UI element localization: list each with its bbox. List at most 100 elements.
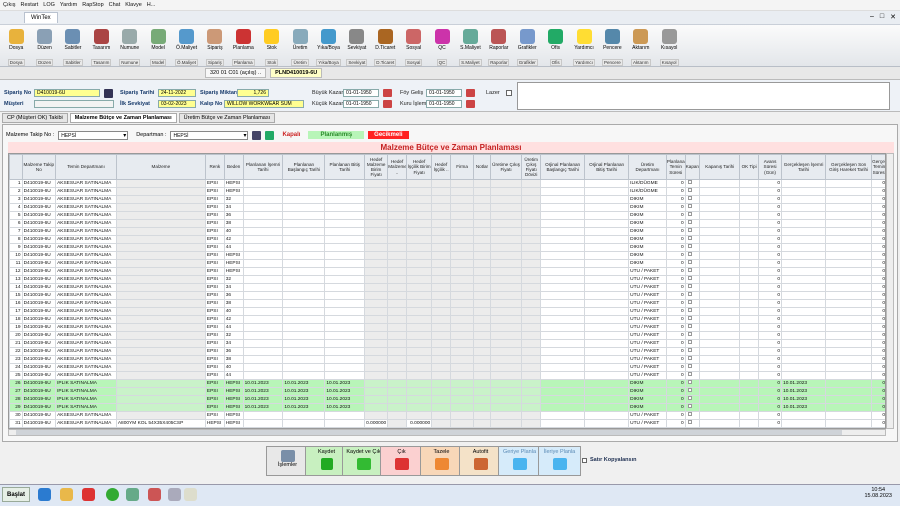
table-cell[interactable]: 10 (9, 251, 23, 260)
table-cell[interactable] (699, 219, 741, 228)
table-cell[interactable] (540, 299, 586, 308)
table-cell[interactable] (699, 243, 741, 252)
table-cell[interactable]: 34 (223, 283, 244, 292)
table-cell[interactable]: D410019-6U (21, 187, 57, 196)
table-cell[interactable]: EPSI (204, 227, 225, 236)
table-cell[interactable] (115, 211, 206, 220)
table-cell[interactable] (825, 283, 873, 292)
table-cell[interactable]: 32 (223, 331, 244, 340)
table-cell[interactable]: UTU / PAKET (628, 275, 667, 284)
table-cell[interactable] (521, 187, 542, 196)
table-row[interactable]: 16 D410019-6U AKSESUAR SATINALMA EPSI 38 UTU … (9, 299, 885, 308)
table-cell[interactable] (584, 211, 630, 220)
table-cell[interactable] (115, 179, 206, 188)
table-cell[interactable] (324, 243, 366, 252)
table-cell[interactable] (450, 363, 475, 372)
table-cell[interactable] (364, 371, 389, 380)
table-cell[interactable]: EPSI (204, 219, 225, 228)
table-cell[interactable] (242, 235, 284, 244)
table-cell[interactable]: UTU / PAKET (628, 347, 667, 356)
toolbar-dropdown[interactable]: QC (436, 59, 448, 66)
table-cell[interactable] (282, 259, 326, 268)
tazele-button[interactable]: Tazele (420, 446, 463, 476)
table-cell[interactable] (450, 227, 475, 236)
table-cell[interactable] (489, 403, 523, 412)
table-cell[interactable] (364, 403, 389, 412)
table-cell[interactable] (684, 259, 701, 268)
table-cell[interactable] (364, 395, 389, 404)
table-cell[interactable]: 21 (9, 339, 23, 348)
table-cell[interactable] (699, 267, 741, 276)
table-cell[interactable] (825, 275, 873, 284)
column-header[interactable]: Hedef Malzeme .. (387, 154, 408, 180)
table-cell[interactable] (242, 203, 284, 212)
table-cell[interactable] (450, 299, 475, 308)
table-cell[interactable] (450, 323, 475, 332)
table-cell[interactable] (584, 179, 630, 188)
table-cell[interactable] (489, 307, 523, 316)
table-cell[interactable] (242, 267, 284, 276)
table-cell[interactable] (282, 315, 326, 324)
table-cell[interactable] (739, 179, 760, 188)
table-cell[interactable] (584, 251, 630, 260)
table-cell[interactable]: 0 (758, 235, 783, 244)
table-cell[interactable] (584, 331, 630, 340)
table-cell[interactable]: 0 (665, 411, 686, 420)
table-cell[interactable] (825, 251, 873, 260)
table-cell[interactable]: UTU / PAKET (628, 419, 667, 428)
table-cell[interactable] (699, 291, 741, 300)
column-header[interactable]: Üretim Departmanı (628, 154, 667, 180)
table-row[interactable]: 2 D410019-6U AKSESUAR SATINALMA EPSI HEPSI IL… (9, 187, 885, 196)
kapandi-checkbox[interactable] (687, 204, 692, 208)
table-cell[interactable] (242, 219, 284, 228)
table-cell[interactable] (324, 291, 366, 300)
table-cell[interactable] (473, 355, 491, 364)
table-cell[interactable] (684, 323, 701, 332)
table-cell[interactable] (825, 187, 873, 196)
column-header[interactable]: Orjinal Planlanan Başlangıç Tarihi (540, 154, 586, 180)
table-cell[interactable] (324, 307, 366, 316)
table-cell[interactable] (739, 387, 760, 396)
table-cell[interactable]: 16 (9, 299, 23, 308)
table-cell[interactable] (387, 235, 408, 244)
table-cell[interactable]: 24 (9, 363, 23, 372)
table-cell[interactable]: 0 (871, 235, 885, 244)
table-cell[interactable] (781, 291, 827, 300)
table-cell[interactable]: 10.01.2023 (781, 379, 827, 388)
table-cell[interactable] (406, 323, 433, 332)
table-cell[interactable] (115, 243, 206, 252)
table-cell[interactable] (825, 267, 873, 276)
table-cell[interactable] (473, 251, 491, 260)
table-cell[interactable]: EPSI (204, 307, 225, 316)
table-cell[interactable] (324, 219, 366, 228)
table-cell[interactable]: 0 (665, 371, 686, 380)
table-cell[interactable]: EPSI (204, 267, 225, 276)
table-cell[interactable] (584, 363, 630, 372)
table-cell[interactable] (584, 195, 630, 204)
table-cell[interactable] (489, 235, 523, 244)
table-cell[interactable] (489, 187, 523, 196)
table-cell[interactable]: 0 (871, 355, 885, 364)
table-cell[interactable]: EPSI (204, 371, 225, 380)
table-cell[interactable]: 0 (665, 355, 686, 364)
table-cell[interactable]: UTU / PAKET (628, 411, 667, 420)
table-cell[interactable]: 0 (871, 339, 885, 348)
table-cell[interactable]: AKSESUAR SATINALMA (55, 195, 117, 204)
table-cell[interactable]: 0 (758, 347, 783, 356)
table-cell[interactable]: 0 (871, 299, 885, 308)
column-header[interactable] (9, 154, 23, 180)
toolbar-pencere-button[interactable]: Pencere Pencere (598, 25, 626, 67)
table-cell[interactable]: 0 (758, 307, 783, 316)
table-cell[interactable] (473, 267, 491, 276)
table-cell[interactable] (540, 235, 586, 244)
table-cell[interactable] (684, 235, 701, 244)
table-cell[interactable] (781, 275, 827, 284)
table-cell[interactable] (387, 323, 408, 332)
table-cell[interactable] (489, 195, 523, 204)
table-cell[interactable] (406, 203, 433, 212)
table-cell[interactable]: 10.01.2023 (781, 403, 827, 412)
table-cell[interactable] (699, 379, 741, 388)
table-cell[interactable] (387, 339, 408, 348)
table-cell[interactable]: 0 (758, 219, 783, 228)
table-cell[interactable] (431, 195, 452, 204)
